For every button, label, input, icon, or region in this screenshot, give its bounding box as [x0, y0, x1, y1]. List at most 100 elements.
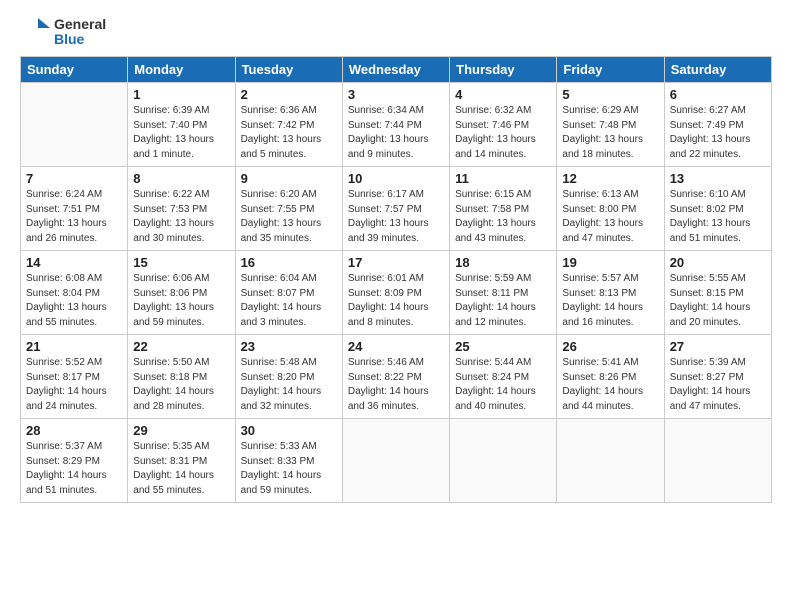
logo-general: General	[54, 17, 106, 32]
day-info: Sunrise: 6:20 AM Sunset: 7:55 PM Dayligh…	[241, 188, 337, 246]
calendar-cell: 20 Sunrise: 5:55 AM Sunset: 8:15 PM Dayli…	[664, 251, 771, 335]
calendar-cell: 23 Sunrise: 5:48 AM Sunset: 8:20 PM Dayli…	[235, 335, 342, 419]
day-info: Sunrise: 6:04 AM Sunset: 8:07 PM Dayligh…	[241, 272, 337, 330]
logo-svg: General Blue	[20, 16, 106, 48]
day-number: 2	[241, 87, 337, 102]
day-info: Sunrise: 5:55 AM Sunset: 8:15 PM Dayligh…	[670, 272, 766, 330]
day-number: 22	[133, 339, 229, 354]
calendar-table: SundayMondayTuesdayWednesdayThursdayFrid…	[20, 56, 772, 503]
calendar-cell: 28 Sunrise: 5:37 AM Sunset: 8:29 PM Dayli…	[21, 419, 128, 503]
day-info: Sunrise: 6:24 AM Sunset: 7:51 PM Dayligh…	[26, 188, 122, 246]
calendar-cell: 21 Sunrise: 5:52 AM Sunset: 8:17 PM Dayli…	[21, 335, 128, 419]
day-number: 8	[133, 171, 229, 186]
calendar-week-5: 28 Sunrise: 5:37 AM Sunset: 8:29 PM Dayli…	[21, 419, 772, 503]
day-info: Sunrise: 6:10 AM Sunset: 8:02 PM Dayligh…	[670, 188, 766, 246]
day-info: Sunrise: 5:59 AM Sunset: 8:11 PM Dayligh…	[455, 272, 551, 330]
day-number: 16	[241, 255, 337, 270]
calendar-cell: 24 Sunrise: 5:46 AM Sunset: 8:22 PM Dayli…	[342, 335, 449, 419]
day-info: Sunrise: 5:39 AM Sunset: 8:27 PM Dayligh…	[670, 356, 766, 414]
calendar-week-2: 7 Sunrise: 6:24 AM Sunset: 7:51 PM Daylig…	[21, 167, 772, 251]
calendar-cell: 9 Sunrise: 6:20 AM Sunset: 7:55 PM Daylig…	[235, 167, 342, 251]
day-number: 23	[241, 339, 337, 354]
calendar-cell	[21, 83, 128, 167]
day-number: 28	[26, 423, 122, 438]
day-number: 5	[562, 87, 658, 102]
calendar-cell	[557, 419, 664, 503]
day-info: Sunrise: 6:01 AM Sunset: 8:09 PM Dayligh…	[348, 272, 444, 330]
day-info: Sunrise: 6:36 AM Sunset: 7:42 PM Dayligh…	[241, 104, 337, 162]
day-number: 25	[455, 339, 551, 354]
calendar-cell: 22 Sunrise: 5:50 AM Sunset: 8:18 PM Dayli…	[128, 335, 235, 419]
day-info: Sunrise: 6:15 AM Sunset: 7:58 PM Dayligh…	[455, 188, 551, 246]
calendar-cell: 26Sunrise: 5:41 AM Sunset: 8:26 PM Dayli…	[557, 335, 664, 419]
day-number: 9	[241, 171, 337, 186]
day-info: Sunrise: 6:32 AM Sunset: 7:46 PM Dayligh…	[455, 104, 551, 162]
day-info: Sunrise: 6:34 AM Sunset: 7:44 PM Dayligh…	[348, 104, 444, 162]
day-number: 30	[241, 423, 337, 438]
day-info: Sunrise: 5:37 AM Sunset: 8:29 PM Dayligh…	[26, 440, 122, 498]
day-number: 6	[670, 87, 766, 102]
page: General Blue SundayMondayTuesdayWednesda…	[0, 0, 792, 612]
calendar-cell: 19 Sunrise: 5:57 AM Sunset: 8:13 PM Dayli…	[557, 251, 664, 335]
day-number: 20	[670, 255, 766, 270]
calendar-cell: 8Sunrise: 6:22 AM Sunset: 7:53 PM Daylig…	[128, 167, 235, 251]
calendar-cell: 10 Sunrise: 6:17 AM Sunset: 7:57 PM Dayli…	[342, 167, 449, 251]
weekday-tuesday: Tuesday	[235, 57, 342, 83]
calendar-cell: 14Sunrise: 6:08 AM Sunset: 8:04 PM Dayli…	[21, 251, 128, 335]
day-info: Sunrise: 5:57 AM Sunset: 8:13 PM Dayligh…	[562, 272, 658, 330]
calendar-cell: 1 Sunrise: 6:39 AM Sunset: 7:40 PM Daylig…	[128, 83, 235, 167]
logo-graphic	[20, 16, 52, 48]
logo: General Blue	[20, 16, 106, 48]
day-info: Sunrise: 5:41 AM Sunset: 8:26 PM Dayligh…	[562, 356, 658, 414]
calendar-cell	[342, 419, 449, 503]
weekday-monday: Monday	[128, 57, 235, 83]
weekday-sunday: Sunday	[21, 57, 128, 83]
day-info: Sunrise: 5:52 AM Sunset: 8:17 PM Dayligh…	[26, 356, 122, 414]
day-number: 1	[133, 87, 229, 102]
calendar-cell: 3 Sunrise: 6:34 AM Sunset: 7:44 PM Daylig…	[342, 83, 449, 167]
day-number: 24	[348, 339, 444, 354]
day-info: Sunrise: 5:46 AM Sunset: 8:22 PM Dayligh…	[348, 356, 444, 414]
day-info: Sunrise: 6:29 AM Sunset: 7:48 PM Dayligh…	[562, 104, 658, 162]
day-number: 7	[26, 171, 122, 186]
calendar-cell: 4 Sunrise: 6:32 AM Sunset: 7:46 PM Daylig…	[450, 83, 557, 167]
calendar-cell: 17Sunrise: 6:01 AM Sunset: 8:09 PM Dayli…	[342, 251, 449, 335]
calendar-cell: 29Sunrise: 5:35 AM Sunset: 8:31 PM Dayli…	[128, 419, 235, 503]
logo-blue: Blue	[54, 32, 106, 47]
calendar-cell: 11Sunrise: 6:15 AM Sunset: 7:58 PM Dayli…	[450, 167, 557, 251]
day-number: 10	[348, 171, 444, 186]
calendar-cell: 13 Sunrise: 6:10 AM Sunset: 8:02 PM Dayli…	[664, 167, 771, 251]
calendar-cell	[450, 419, 557, 503]
day-info: Sunrise: 6:39 AM Sunset: 7:40 PM Dayligh…	[133, 104, 229, 162]
day-info: Sunrise: 6:06 AM Sunset: 8:06 PM Dayligh…	[133, 272, 229, 330]
day-number: 21	[26, 339, 122, 354]
calendar-cell: 15Sunrise: 6:06 AM Sunset: 8:06 PM Dayli…	[128, 251, 235, 335]
day-number: 4	[455, 87, 551, 102]
calendar-week-4: 21 Sunrise: 5:52 AM Sunset: 8:17 PM Dayli…	[21, 335, 772, 419]
weekday-wednesday: Wednesday	[342, 57, 449, 83]
calendar-cell: 6 Sunrise: 6:27 AM Sunset: 7:49 PM Daylig…	[664, 83, 771, 167]
calendar-week-3: 14Sunrise: 6:08 AM Sunset: 8:04 PM Dayli…	[21, 251, 772, 335]
day-info: Sunrise: 5:48 AM Sunset: 8:20 PM Dayligh…	[241, 356, 337, 414]
calendar-cell: 18Sunrise: 5:59 AM Sunset: 8:11 PM Dayli…	[450, 251, 557, 335]
header: General Blue	[20, 16, 772, 48]
calendar-week-1: 1 Sunrise: 6:39 AM Sunset: 7:40 PM Daylig…	[21, 83, 772, 167]
day-info: Sunrise: 5:33 AM Sunset: 8:33 PM Dayligh…	[241, 440, 337, 498]
calendar-cell: 2 Sunrise: 6:36 AM Sunset: 7:42 PM Daylig…	[235, 83, 342, 167]
day-info: Sunrise: 5:50 AM Sunset: 8:18 PM Dayligh…	[133, 356, 229, 414]
day-number: 3	[348, 87, 444, 102]
calendar-cell: 5 Sunrise: 6:29 AM Sunset: 7:48 PM Daylig…	[557, 83, 664, 167]
day-info: Sunrise: 6:13 AM Sunset: 8:00 PM Dayligh…	[562, 188, 658, 246]
day-number: 14	[26, 255, 122, 270]
day-info: Sunrise: 6:27 AM Sunset: 7:49 PM Dayligh…	[670, 104, 766, 162]
calendar-cell: 16 Sunrise: 6:04 AM Sunset: 8:07 PM Dayli…	[235, 251, 342, 335]
weekday-saturday: Saturday	[664, 57, 771, 83]
day-number: 29	[133, 423, 229, 438]
day-info: Sunrise: 5:44 AM Sunset: 8:24 PM Dayligh…	[455, 356, 551, 414]
day-info: Sunrise: 6:17 AM Sunset: 7:57 PM Dayligh…	[348, 188, 444, 246]
calendar-cell: 7 Sunrise: 6:24 AM Sunset: 7:51 PM Daylig…	[21, 167, 128, 251]
weekday-header-row: SundayMondayTuesdayWednesdayThursdayFrid…	[21, 57, 772, 83]
day-number: 19	[562, 255, 658, 270]
day-number: 13	[670, 171, 766, 186]
calendar-cell	[664, 419, 771, 503]
